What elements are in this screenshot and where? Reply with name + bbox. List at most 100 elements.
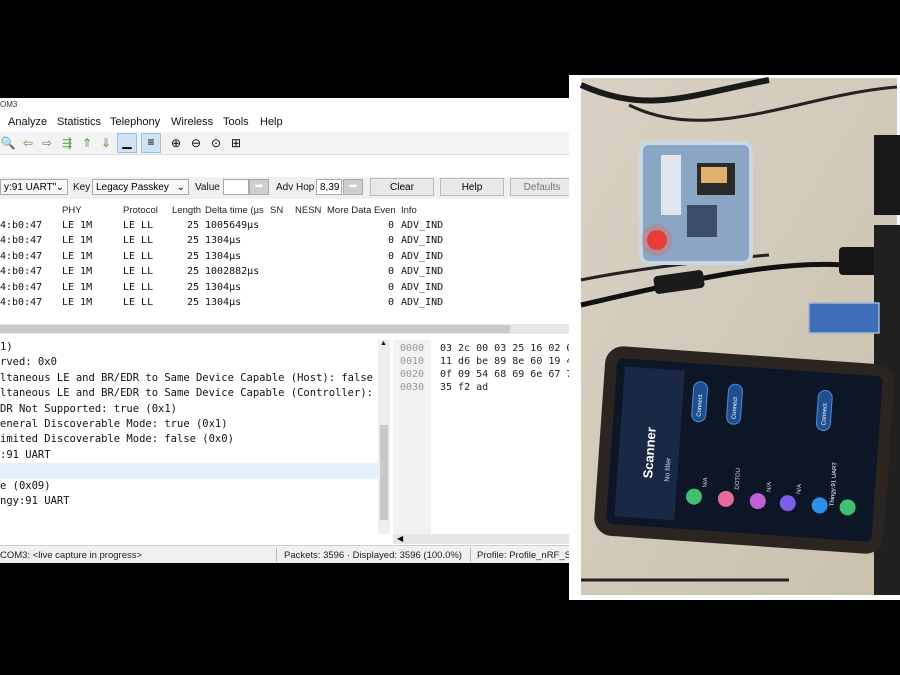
packet-cell-len: 25 <box>187 235 200 247</box>
last-packet-icon[interactable]: ⇓ <box>98 135 114 151</box>
go-back-icon[interactable]: ⇦ <box>20 135 36 151</box>
defaults-button[interactable]: Defaults <box>510 178 570 196</box>
col-sn[interactable]: SN <box>270 205 283 216</box>
detail-tree-item[interactable]: ltaneous LE and BR/EDR to Same Device Ca… <box>0 371 390 386</box>
menu-telephony[interactable]: Telephony <box>110 116 160 128</box>
scrollbar-thumb[interactable] <box>380 425 388 520</box>
wireshark-window: OM3 Analyze Statistics Telephony Wireles… <box>0 98 570 563</box>
packet-cell-len: 25 <box>187 266 200 278</box>
detail-tree-item[interactable]: :91 UART <box>0 448 390 463</box>
col-nesn[interactable]: NESN <box>295 205 321 216</box>
packet-cell-phy: LE 1M <box>62 220 93 231</box>
divider <box>276 548 277 562</box>
packet-cell-delta: 1304µs <box>205 250 242 262</box>
col-delta-time[interactable]: Delta time (µs <box>205 205 264 216</box>
packet-list-scrollbar[interactable] <box>0 324 570 334</box>
col-info[interactable]: Info <box>401 205 417 216</box>
scrollbar-thumb[interactable] <box>0 325 510 333</box>
adv-hop-label: Adv Hop <box>276 182 315 193</box>
first-packet-icon[interactable]: ⇑ <box>79 135 95 151</box>
packet-row[interactable]: 4:b0:47 LE 1M LE LL 25 1304µs 0 ADV_IND <box>0 281 570 296</box>
hex-bytes-line[interactable]: 0f 09 54 68 69 6e 67 7 <box>433 368 570 381</box>
packet-cell-delta: 1304µs <box>205 296 242 308</box>
normal-size-icon[interactable]: ⊙ <box>208 135 224 151</box>
hex-offset: 0010 <box>400 356 425 367</box>
packet-cell-info: ADV_IND <box>401 250 444 262</box>
packet-cell-delta: 1002882µs <box>205 266 260 278</box>
key-select[interactable]: Legacy Passkey ⌄ <box>92 179 189 195</box>
packet-row[interactable]: 4:b0:47 LE 1M LE LL 25 1005649µs 0 ADV_IND <box>0 219 570 234</box>
details-scrollbar[interactable]: ▲ <box>378 340 390 534</box>
col-phy[interactable]: PHY <box>62 205 82 216</box>
divider <box>470 548 471 562</box>
detail-tree-item[interactable]: 1) <box>0 340 390 355</box>
hex-bytes-line[interactable]: 03 2c 00 03 25 16 02 0 <box>433 342 570 355</box>
detail-tree-item[interactable]: eneral Discoverable Mode: true (0x1) <box>0 417 390 432</box>
hex-bytes-line[interactable]: 11 d6 be 89 8e 60 19 4 <box>433 355 570 368</box>
packet-cell-delta: 1304µs <box>205 235 242 247</box>
zoom-out-icon[interactable]: ⊖ <box>188 135 204 151</box>
packet-row[interactable]: 4:b0:47 LE 1M LE LL 25 1002882µs 0 ADV_IND <box>0 265 570 280</box>
value-input[interactable] <box>223 179 249 195</box>
profile-status[interactable]: Profile: Profile_nRF_S <box>477 550 570 561</box>
colorize-icon[interactable]: ≡ <box>141 133 161 153</box>
detail-tree-item[interactable]: rved: 0x0 <box>0 355 390 370</box>
detail-tree-item[interactable]: e (0x09) <box>0 479 390 494</box>
detail-tree-item[interactable]: imited Discoverable Mode: false (0x0) <box>0 432 390 447</box>
packet-cell-info: ADV_IND <box>401 266 444 278</box>
packet-details-tree: 1) rved: 0x0 ltaneous LE and BR/EDR to Sam… <box>0 340 390 534</box>
packet-cell-ev: 0 <box>388 266 395 278</box>
packet-row[interactable]: 4:b0:47 LE 1M LE LL 25 1304µs 0 ADV_IND <box>0 250 570 265</box>
menu-analyze[interactable]: Analyze <box>8 116 47 128</box>
detail-tree-item[interactable]: ngy:91 UART <box>0 494 390 509</box>
packet-cell-info: ADV_IND <box>401 235 444 247</box>
packet-row[interactable]: 4:b0:47 LE 1M LE LL 25 1304µs 0 ADV_IND <box>0 296 570 311</box>
menu-help[interactable]: Help <box>260 116 283 128</box>
resize-columns-icon[interactable]: ⊞ <box>228 135 244 151</box>
go-forward-icon[interactable]: ⇨ <box>39 135 55 151</box>
help-button[interactable]: Help <box>440 178 504 196</box>
menu-bar: Analyze Statistics Telephony Wireless To… <box>0 112 570 132</box>
menu-wireless[interactable]: Wireless <box>171 116 213 128</box>
photo-illustration: Scanner No filter Connect Connect Connec… <box>579 77 900 595</box>
menu-tools[interactable]: Tools <box>223 116 249 128</box>
adv-hop-input[interactable]: 8,39 <box>316 179 342 195</box>
packet-list-header: PHY Protocol Length Delta time (µs SN NE… <box>0 200 570 220</box>
col-event[interactable]: Even <box>374 205 396 216</box>
device-select-value: y:91 UART" <box>4 182 57 193</box>
hex-offset: 0030 <box>400 382 425 393</box>
packet-cell-addr: 4:b0:47 <box>0 281 43 293</box>
packet-cell-len: 25 <box>187 281 200 293</box>
packet-cell-ev: 0 <box>388 296 395 308</box>
chevron-down-icon: ⌄ <box>176 182 185 193</box>
scroll-left-icon[interactable]: ◀ <box>397 534 403 543</box>
col-protocol[interactable]: Protocol <box>123 205 158 216</box>
hex-offsets: 0000 0010 0020 0030 <box>393 340 431 534</box>
hex-bytes-line[interactable]: 35 f2 ad <box>433 381 570 394</box>
scroll-up-icon[interactable]: ▲ <box>380 340 387 347</box>
clear-button[interactable]: Clear <box>370 178 434 196</box>
hex-offset: 0020 <box>400 369 425 380</box>
packet-cell-proto: LE LL <box>123 250 154 262</box>
apply-arrow-icon[interactable]: ➡ <box>343 179 363 195</box>
col-length[interactable]: Length <box>172 205 201 216</box>
col-more-data[interactable]: More Data <box>327 205 371 216</box>
bytes-scrollbar[interactable]: ◀ <box>393 534 570 544</box>
apply-arrow-icon[interactable]: ➡ <box>249 179 269 195</box>
go-to-packet-icon[interactable]: ⇶ <box>59 135 75 151</box>
packet-row[interactable]: 4:b0:47 LE 1M LE LL 25 1304µs 0 ADV_IND <box>0 234 570 249</box>
device-select[interactable]: y:91 UART" ⌄ <box>0 179 68 195</box>
detail-tree-item[interactable]: DR Not Supported: true (0x1) <box>0 402 390 417</box>
zoom-in-icon[interactable]: ⊕ <box>168 135 184 151</box>
find-packet-icon[interactable]: 🔍 <box>0 135 16 151</box>
detail-tree-item[interactable] <box>0 463 390 479</box>
menu-statistics[interactable]: Statistics <box>57 116 101 128</box>
packet-cell-phy: LE 1M <box>62 250 93 262</box>
packet-cell-proto: LE LL <box>123 266 154 278</box>
packet-cell-len: 25 <box>187 250 200 262</box>
autoscroll-icon[interactable]: ▁ <box>117 133 137 153</box>
status-bar: COM3: <live capture in progress> Packets… <box>0 545 570 563</box>
packet-cell-ev: 0 <box>388 220 395 231</box>
capture-status: COM3: <live capture in progress> <box>0 550 143 561</box>
detail-tree-item[interactable]: ltaneous LE and BR/EDR to Same Device Ca… <box>0 386 390 401</box>
